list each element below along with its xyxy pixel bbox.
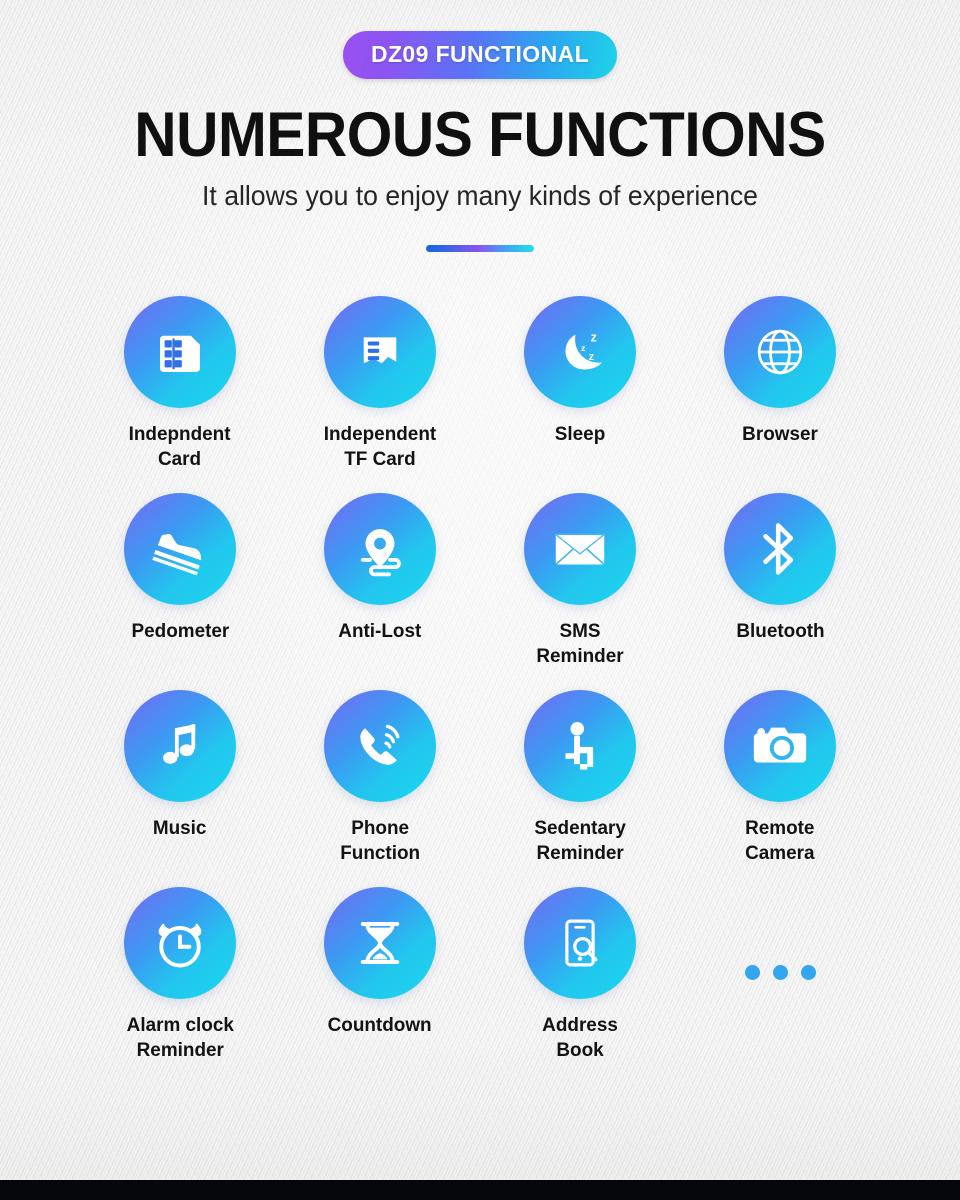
gradient-divider <box>426 245 534 253</box>
feature-icon-circle <box>124 887 236 1000</box>
feature-item-anti-lost: Anti-Lost <box>280 493 480 690</box>
feature-item-sleep: z z z Sleep <box>480 296 680 493</box>
feature-label: Anti-Lost <box>338 620 422 643</box>
location-pin-icon <box>351 520 409 578</box>
feature-icon-circle <box>324 493 436 606</box>
feature-label: Address Book <box>542 1014 618 1061</box>
feature-icon-circle <box>524 493 636 606</box>
feature-item-countdown: Countdown <box>280 887 480 1084</box>
envelope-icon <box>549 518 611 580</box>
feature-label: Pedometer <box>131 620 229 643</box>
feature-item-music: Music <box>80 690 280 887</box>
feature-label: Music <box>153 817 207 840</box>
divider-container <box>0 245 960 253</box>
feature-label: Phone Function <box>340 817 420 864</box>
bluetooth-icon <box>751 520 809 578</box>
feature-icon-circle <box>124 296 236 409</box>
sitting-person-icon <box>551 717 609 775</box>
page-content: DZ09 FUNCTIONAL NUMEROUS FUNCTIONS It al… <box>0 0 960 1084</box>
feature-label: Browser <box>742 423 818 446</box>
feature-icon-circle <box>324 296 436 409</box>
dot-1 <box>744 965 760 981</box>
feature-label: Bluetooth <box>735 620 825 643</box>
feature-label: Indepndent Card <box>129 423 231 470</box>
feature-label: Remote Camera <box>745 817 815 864</box>
bottom-black-bar <box>0 1180 960 1200</box>
feature-icon-circle <box>724 296 836 409</box>
camera-icon <box>749 715 811 777</box>
badge-container: DZ09 FUNCTIONAL <box>0 0 960 79</box>
feature-icon-circle <box>524 690 636 803</box>
feature-icon-circle <box>324 690 436 803</box>
feature-item-browser: Browser <box>680 296 880 493</box>
feature-item-alarm-clock-reminder: Alarm clock Reminder <box>80 887 280 1084</box>
feature-icon-circle <box>524 887 636 1000</box>
feature-label: Alarm clock Reminder <box>126 1014 234 1061</box>
feature-item-remote-camera: Remote Camera <box>680 690 880 887</box>
dot-3 <box>800 965 816 981</box>
music-note-icon <box>153 719 207 773</box>
moon-sleep-icon: z z z <box>549 321 611 383</box>
feature-item-more <box>680 887 880 1084</box>
feature-icon-circle <box>124 493 236 606</box>
alarm-clock-icon <box>150 913 210 973</box>
feature-item-independent-tf-card: Independent TF Card <box>280 296 480 493</box>
feature-item-independent-card: Indepndent Card <box>80 296 280 493</box>
feature-icon-circle <box>724 690 836 803</box>
feature-label: Sleep <box>554 423 606 446</box>
feature-grid: Indepndent Card Independent TF Card z z … <box>80 296 880 1084</box>
svg-text:z: z <box>589 351 594 363</box>
feature-icon-circle <box>124 690 236 803</box>
ellipsis-dots-icon <box>744 965 816 981</box>
sim-card-icon <box>151 323 209 381</box>
page-title: NUMEROUS FUNCTIONS <box>134 100 826 170</box>
feature-item-address-book: Address Book <box>480 887 680 1084</box>
globe-icon <box>751 323 809 381</box>
page-subtitle: It allows you to enjoy many kinds of exp… <box>202 180 758 212</box>
phone-search-icon <box>552 915 608 971</box>
feature-item-sms-reminder: SMS Reminder <box>480 493 680 690</box>
feature-label: SMS Reminder <box>536 620 624 667</box>
tf-card-icon <box>354 326 406 378</box>
feature-icon-circle: z z z <box>524 296 636 409</box>
product-badge: DZ09 FUNCTIONAL <box>342 31 618 79</box>
promo-page: DZ09 FUNCTIONAL NUMEROUS FUNCTIONS It al… <box>0 0 960 1200</box>
hourglass-icon <box>351 914 409 972</box>
feature-item-phone-function: Phone Function <box>280 690 480 887</box>
feature-icon-circle <box>324 887 436 1000</box>
feature-label: Countdown <box>327 1014 433 1037</box>
shoe-icon <box>147 516 213 582</box>
svg-text:z: z <box>581 343 586 353</box>
feature-label: Sedentary Reminder <box>534 817 626 864</box>
svg-text:z: z <box>591 330 597 344</box>
phone-call-icon <box>350 716 410 776</box>
feature-icon-circle <box>724 493 836 606</box>
feature-item-sedentary-reminder: Sedentary Reminder <box>480 690 680 887</box>
dot-2 <box>772 965 788 981</box>
feature-label: Independent TF Card <box>323 423 437 470</box>
feature-item-bluetooth: Bluetooth <box>680 493 880 690</box>
feature-item-pedometer: Pedometer <box>80 493 280 690</box>
